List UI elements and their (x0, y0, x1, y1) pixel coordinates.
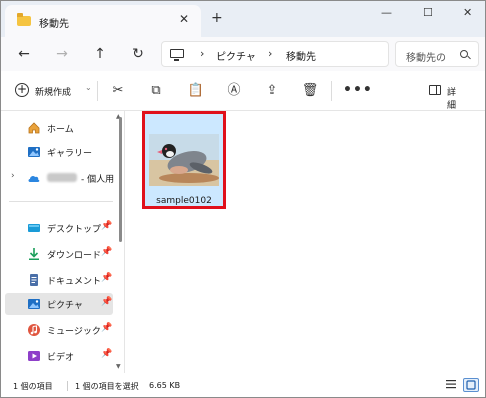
selection-count: 1 個の項目を選択 (75, 382, 139, 391)
back-button[interactable]: ← (13, 43, 35, 65)
sidebar-item-label: - 個人用 (81, 175, 115, 185)
sidebar-item-label: ビデオ (47, 353, 75, 363)
forward-button[interactable]: → (51, 43, 73, 65)
list-view-icon (446, 380, 456, 389)
copy-icon[interactable]: ⧉ (147, 82, 165, 100)
documents-icon (30, 274, 38, 286)
chevron-right-icon[interactable]: › (200, 47, 204, 60)
sidebar-item-videos[interactable]: ビデオ 📌 (5, 345, 113, 367)
item-count: 1 個の項目 (13, 382, 53, 391)
new-tab-button[interactable]: + (211, 10, 223, 26)
file-list-area[interactable]: sample0102 (125, 111, 485, 373)
address-bar[interactable]: › ピクチャ › 移動先 (161, 41, 389, 67)
tab-move-destination[interactable]: 移動先 ✕ (5, 5, 201, 37)
tab-title: 移動先 (39, 19, 69, 30)
sidebar-item-desktop[interactable]: デスクトップ 📌 (5, 217, 113, 239)
more-options-button[interactable]: ••• (343, 82, 373, 98)
sidebar-scrollbar-thumb[interactable] (119, 117, 122, 242)
toolbar-divider (97, 81, 98, 101)
details-pane-icon (429, 85, 441, 95)
close-window-button[interactable]: ✕ (463, 6, 472, 19)
file-item-selected[interactable]: sample0102 (142, 111, 226, 209)
pin-icon[interactable]: 📌 (101, 221, 112, 231)
home-icon (28, 122, 40, 134)
title-bar: 移動先 ✕ + — ☐ ✕ (1, 1, 485, 37)
plus-circle-icon: + (15, 82, 29, 97)
sidebar-item-label: ホーム (47, 125, 74, 135)
maximize-button[interactable]: ☐ (423, 6, 433, 19)
details-view-button[interactable] (444, 378, 460, 392)
cut-icon[interactable]: ✂ (109, 82, 127, 100)
folder-icon (17, 13, 31, 26)
download-icon (29, 248, 39, 260)
sidebar-item-downloads[interactable]: ダウンロード 📌 (5, 243, 113, 265)
up-button[interactable]: ↑ (89, 43, 111, 65)
breadcrumb-move-destination[interactable]: 移動先 (286, 48, 316, 63)
large-icons-view-button[interactable] (463, 378, 479, 392)
new-button-label: 新規作成 (35, 88, 72, 98)
delete-icon[interactable]: 🗑 (301, 82, 319, 100)
sidebar-item-home[interactable]: ホーム (5, 117, 113, 139)
details-label: 詳細 (447, 88, 457, 111)
status-divider (67, 381, 68, 391)
pin-icon[interactable]: 📌 (101, 297, 112, 307)
close-tab-icon[interactable]: ✕ (179, 12, 189, 26)
sidebar-item-label: ギャラリー (47, 149, 93, 159)
command-bar: + 新規作成 ⌄ ✂ ⧉ 📋 Ⓐ ⇪ 🗑 ••• 詳細 (1, 71, 485, 111)
pin-icon[interactable]: 📌 (101, 273, 112, 283)
sidebar-item-music[interactable]: ミュージック 📌 (5, 319, 113, 341)
pin-icon[interactable]: 📌 (101, 349, 112, 359)
file-name[interactable]: sample0102 (145, 196, 223, 206)
thumbnail-view-icon (466, 380, 476, 390)
paste-icon[interactable]: 📋 (187, 82, 205, 100)
toolbar-divider (331, 81, 332, 101)
videos-icon (28, 351, 40, 361)
sidebar-item-gallery[interactable]: ギャラリー (5, 141, 113, 163)
desktop-icon (28, 224, 40, 232)
refresh-button[interactable]: ↻ (127, 43, 149, 65)
sidebar-divider (9, 201, 113, 202)
sidebar-item-onedrive[interactable]: › - 個人用 (5, 167, 115, 189)
navigation-bar: ← → ↑ ↻ › ピクチャ › 移動先 移動先の (1, 37, 485, 71)
status-bar: 1 個の項目 1 個の項目を選択 6.65 KB (1, 373, 485, 397)
rename-icon[interactable]: Ⓐ (225, 82, 243, 100)
chevron-right-icon[interactable]: › (268, 47, 272, 60)
pin-icon[interactable]: 📌 (101, 323, 112, 333)
navigation-pane: ホーム ギャラリー › - 個人用 デスクトップ 📌 ダウンロード 📌 ドキュメ… (1, 111, 123, 373)
pin-icon[interactable]: 📌 (101, 247, 112, 257)
minimize-button[interactable]: — (381, 6, 392, 19)
sidebar-item-label: ドキュメント (47, 277, 102, 287)
bird-photo (149, 134, 219, 186)
blurred-account-name (47, 173, 77, 182)
image-thumbnail (149, 134, 219, 186)
sidebar-item-documents[interactable]: ドキュメント 📌 (5, 269, 113, 291)
search-icon (460, 50, 468, 58)
sidebar-item-label: ダウンロード (47, 251, 102, 261)
music-icon (28, 324, 40, 336)
this-pc-icon[interactable] (170, 49, 184, 61)
search-placeholder: 移動先の (406, 53, 446, 64)
file-explorer-window: 移動先 ✕ + — ☐ ✕ ← → ↑ ↻ › ピクチャ › 移動先 移動先の … (0, 0, 486, 398)
chevron-down-icon: ⌄ (85, 83, 92, 92)
share-icon[interactable]: ⇪ (263, 82, 281, 100)
sidebar-item-label: デスクトップ (47, 225, 102, 235)
selection-size: 6.65 KB (149, 381, 181, 390)
sidebar-item-pictures[interactable]: ピクチャ 📌 (5, 293, 113, 315)
pictures-icon (28, 299, 40, 309)
gallery-icon (28, 147, 40, 157)
sidebar-item-label: ミュージック (47, 327, 101, 337)
search-box[interactable]: 移動先の (395, 41, 479, 67)
chevron-right-icon[interactable]: › (11, 171, 15, 181)
breadcrumb-pictures[interactable]: ピクチャ (216, 48, 256, 63)
sidebar-item-label: ピクチャ (47, 301, 83, 311)
scroll-down-arrow[interactable]: ▼ (116, 363, 121, 370)
onedrive-cloud-icon (28, 175, 40, 182)
